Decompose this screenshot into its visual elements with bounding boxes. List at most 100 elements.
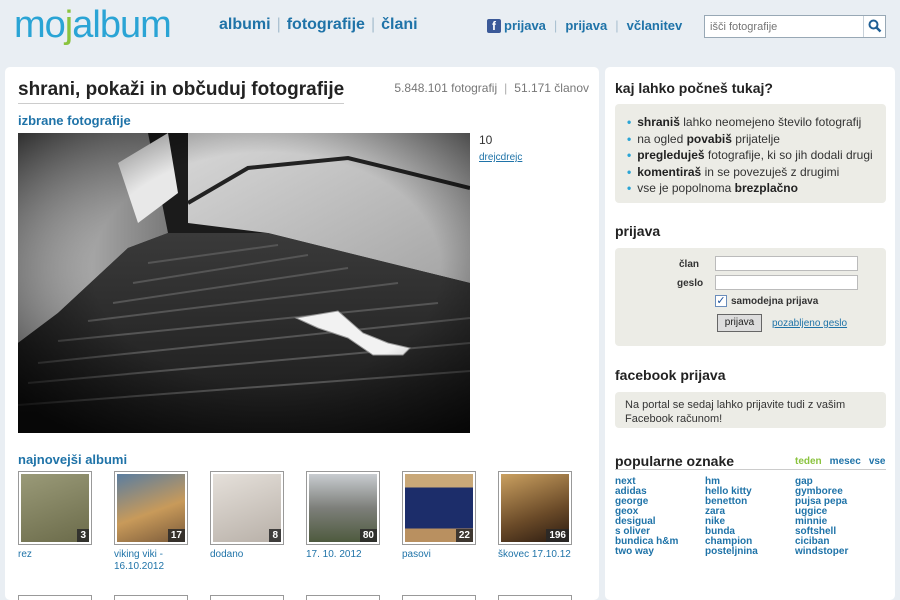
- remember-checkbox[interactable]: ✓: [715, 295, 727, 307]
- forgot-password-link[interactable]: pozabljeno geslo: [772, 318, 847, 329]
- album-name[interactable]: pasovi: [402, 549, 498, 561]
- album-list: 3 rez 17 viking viki - 16.10.2012 8 doda…: [18, 471, 594, 573]
- feature-text: na ogled: [637, 131, 687, 146]
- album-thumbnail[interactable]: [114, 595, 188, 600]
- search-input[interactable]: [705, 16, 863, 37]
- facebook-icon[interactable]: f: [487, 18, 501, 33]
- album-name[interactable]: viking viki - 16.10.2012: [114, 549, 210, 573]
- nav-separator: |: [276, 16, 281, 33]
- album-list-row-2: [18, 595, 594, 600]
- featured-photo-count: 10: [479, 133, 493, 147]
- album-thumbnail[interactable]: 80: [306, 471, 380, 545]
- feature-item: pregleduješ fotografije, ki so jih dodal…: [627, 147, 886, 164]
- login-box: član geslo ✓ samodejna prijava prijava p…: [615, 248, 886, 346]
- album-name[interactable]: dodano: [210, 549, 306, 561]
- photo-count: 5.848.101 fotografij: [394, 81, 498, 95]
- feature-keyword: pregleduješ: [637, 148, 705, 162]
- tag-tabs: teden mesec vse: [795, 456, 894, 467]
- album-item[interactable]: 80 17. 10. 2012: [306, 471, 402, 573]
- album-thumbnail[interactable]: 17: [114, 471, 188, 545]
- album-item[interactable]: 17 viking viki - 16.10.2012: [114, 471, 210, 573]
- search-box: [704, 15, 886, 38]
- album-name[interactable]: škovec 17.10.12: [498, 549, 594, 561]
- album-thumbnail[interactable]: [18, 595, 92, 600]
- member-count: 51.171 članov: [514, 81, 589, 95]
- tab-teden[interactable]: teden: [795, 456, 822, 467]
- feature-keyword: brezplačno: [734, 181, 798, 195]
- features-box: shraniš lahko neomejeno število fotograf…: [615, 104, 886, 203]
- features-list: shraniš lahko neomejeno število fotograf…: [615, 104, 886, 197]
- featured-photo[interactable]: [18, 133, 470, 433]
- site-stats: 5.848.101 fotografij | 51.171 članov: [394, 81, 589, 95]
- album-thumbnail[interactable]: [210, 595, 284, 600]
- logo-part: album: [72, 4, 171, 46]
- member-field[interactable]: [715, 256, 858, 271]
- tags-heading: popularne oznake: [615, 453, 735, 469]
- featured-photo-image: [18, 133, 470, 433]
- user-nav: f prijava | prijava | včlanitev: [487, 18, 682, 33]
- main-nav: albumi | fotografije | člani: [219, 16, 418, 34]
- album-photo-count: 196: [546, 529, 569, 542]
- site-header: mojalbum albumi | fotografije | člani f prija…: [0, 0, 900, 52]
- stats-separator: |: [504, 81, 508, 95]
- main-panel: shrani, pokaži in občuduj fotografije 5.…: [5, 67, 599, 600]
- fb-login-box[interactable]: Na portal se sedaj lahko prijavite tudi …: [615, 392, 886, 428]
- password-field[interactable]: [715, 275, 858, 290]
- nav-albumi[interactable]: albumi: [219, 16, 271, 33]
- album-item[interactable]: 22 pasovi: [402, 471, 498, 573]
- tab-mesec[interactable]: mesec: [830, 456, 861, 467]
- album-thumbnail[interactable]: [402, 595, 476, 600]
- fb-login-text: Na portal se sedaj lahko prijavite tudi …: [625, 399, 846, 425]
- search-icon: [868, 19, 881, 33]
- member-label: član: [679, 259, 700, 270]
- album-name[interactable]: rez: [18, 549, 114, 561]
- album-thumbnail[interactable]: [306, 595, 380, 600]
- remember-label: samodejna prijava: [731, 296, 819, 307]
- featured-heading[interactable]: izbrane fotografije: [18, 113, 131, 128]
- album-photo-count: 8: [269, 529, 281, 542]
- fb-login-heading: facebook prijava: [615, 367, 726, 383]
- album-photo-count: 3: [77, 529, 89, 542]
- album-thumbnail[interactable]: 22: [402, 471, 476, 545]
- features-heading: kaj lahko počneš tukaj?: [615, 80, 773, 96]
- album-thumbnail[interactable]: 3: [18, 471, 92, 545]
- album-thumbnail[interactable]: 8: [210, 471, 284, 545]
- album-photo-count: 17: [167, 529, 185, 542]
- fb-login-link[interactable]: prijava: [504, 18, 546, 33]
- tag-link[interactable]: windstoper: [795, 547, 848, 557]
- featured-user-link[interactable]: drejcdrejc: [479, 152, 522, 163]
- tag-link[interactable]: two way: [615, 547, 678, 557]
- search-button[interactable]: [863, 16, 885, 37]
- feature-keyword: shraniš: [637, 115, 680, 129]
- nav-fotografije[interactable]: fotografije: [287, 16, 365, 33]
- feature-text: in se povezuješ z drugimi: [701, 164, 840, 179]
- site-logo[interactable]: mojalbum: [14, 4, 172, 46]
- album-item[interactable]: 3 rez: [18, 471, 114, 573]
- album-thumbnail[interactable]: [498, 595, 572, 600]
- feature-keyword: povabiš: [686, 131, 732, 146]
- tag-link[interactable]: posteljnina: [705, 547, 758, 557]
- nav-separator: |: [370, 16, 376, 33]
- album-name[interactable]: 17. 10. 2012: [306, 549, 402, 561]
- feature-text: vse je popolnoma: [637, 181, 735, 195]
- tag-column: gap gymboree pujsa pepa uggice minnie so…: [795, 477, 848, 557]
- feature-item: na ogled povabiš prijatelje: [627, 131, 886, 148]
- album-item[interactable]: 196 škovec 17.10.12: [498, 471, 594, 573]
- tag-column: next adidas george geox desigual s olive…: [615, 477, 678, 557]
- password-label: geslo: [677, 278, 704, 289]
- album-thumbnail[interactable]: 196: [498, 471, 572, 545]
- album-photo-count: 80: [359, 529, 377, 542]
- nav-clani[interactable]: člani: [381, 16, 417, 33]
- albums-heading[interactable]: najnovejši albumi: [18, 452, 127, 467]
- login-link[interactable]: prijava: [565, 18, 607, 33]
- tab-vse[interactable]: vse: [869, 456, 886, 467]
- album-item[interactable]: 8 dodano: [210, 471, 306, 573]
- logo-part: mo: [14, 4, 66, 46]
- login-button[interactable]: prijava: [717, 314, 762, 332]
- feature-item: shraniš lahko neomejeno število fotograf…: [627, 114, 886, 131]
- feature-text: prijatelje: [731, 131, 780, 146]
- feature-item: komentiraš in se povezuješ z drugimi: [627, 164, 886, 181]
- feature-keyword: komentiraš: [637, 164, 702, 179]
- nav-separator: |: [615, 18, 619, 33]
- register-link[interactable]: včlanitev: [627, 18, 683, 33]
